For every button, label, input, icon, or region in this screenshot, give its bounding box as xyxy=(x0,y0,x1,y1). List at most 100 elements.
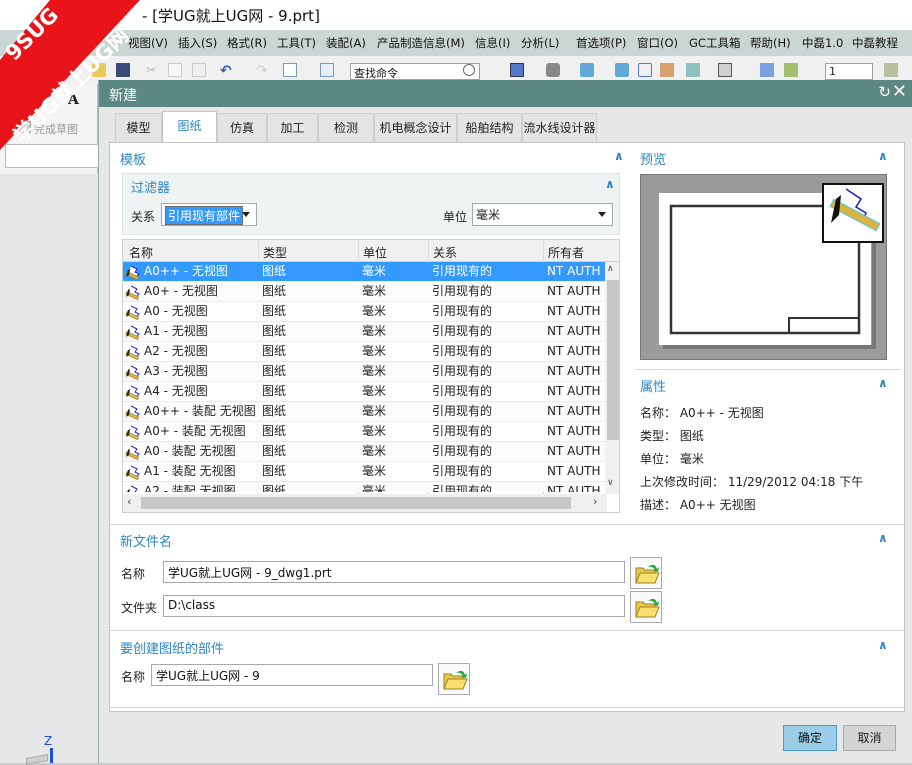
col-name[interactable]: 名称 xyxy=(129,244,153,261)
cell-unit: 毫米 xyxy=(358,302,428,321)
redo-icon[interactable]: ↷ xyxy=(256,63,270,77)
scroll-left-icon[interactable]: ‹ xyxy=(127,495,131,508)
cell-name: A1 - 无视图 xyxy=(123,322,258,341)
table-row[interactable]: A0+ - 无视图图纸毫米引用现有的NT AUTH xyxy=(123,282,607,302)
cell-type: 图纸 xyxy=(258,342,358,361)
cell-name: A0 - 装配 无视图 xyxy=(123,442,258,461)
drawing-sheet-preview xyxy=(641,175,888,361)
table-row[interactable]: A0++ - 无视图图纸毫米引用现有的NT AUTH xyxy=(123,262,607,282)
tab-drawing[interactable]: 图纸 xyxy=(162,111,217,142)
menu-format[interactable]: 格式(R) xyxy=(227,35,267,51)
menu-information[interactable]: 信息(I) xyxy=(475,35,510,51)
folder-input[interactable]: D:\class xyxy=(163,595,625,617)
filename-input[interactable]: 学UG就上UG网 - 9_dwg1.prt xyxy=(163,561,625,583)
undo-icon[interactable]: ↶ xyxy=(220,63,234,77)
col-relation[interactable]: 关系 xyxy=(433,244,457,261)
menu-insert[interactable]: 插入(S) xyxy=(178,35,217,51)
menu-help[interactable]: 帮助(H) xyxy=(750,35,791,51)
new-icon[interactable] xyxy=(283,63,297,77)
horizontal-scrollbar[interactable]: ‹ › xyxy=(123,494,607,512)
window-icon[interactable] xyxy=(320,63,334,77)
unit-select[interactable]: 毫米 xyxy=(472,203,613,226)
menu-analysis[interactable]: 分析(L) xyxy=(521,35,559,51)
wireframe-icon[interactable] xyxy=(638,63,652,77)
collapse-properties-icon[interactable]: ∧ xyxy=(878,376,888,390)
table-row[interactable]: A2 - 装配 无视图图纸毫米引用现有的NT AUTH xyxy=(123,482,607,492)
scroll-thumb[interactable] xyxy=(607,280,619,440)
prop-name: 名称： A0++ - 无视图 xyxy=(640,404,764,421)
table-row[interactable]: A0++ - 装配 无视图图纸毫米引用现有的NT AUTH xyxy=(123,402,607,422)
move-icon[interactable] xyxy=(760,63,774,77)
search-icon[interactable] xyxy=(463,64,475,76)
background-icon[interactable] xyxy=(718,63,732,77)
tab-mechatronics[interactable]: 机电概念设计 xyxy=(374,113,457,142)
browse-folder-button[interactable] xyxy=(630,591,662,623)
cell-name: A4 - 无视图 xyxy=(123,382,258,401)
work-layer-select[interactable]: 1 xyxy=(825,63,873,80)
collapse-template-icon[interactable]: ∧ xyxy=(614,149,624,163)
menu-gc-toolkit[interactable]: GC工具箱 xyxy=(689,35,740,51)
menu-assembly[interactable]: 装配(A) xyxy=(326,35,366,51)
col-unit[interactable]: 单位 xyxy=(363,244,387,261)
menu-preferences[interactable]: 首选项(P) xyxy=(576,35,626,51)
table-row[interactable]: A4 - 无视图图纸毫米引用现有的NT AUTH xyxy=(123,382,607,402)
cut-icon[interactable]: ✂ xyxy=(146,63,160,77)
menu-zhonglei[interactable]: 中磊1.0 xyxy=(802,35,843,51)
tab-model[interactable]: 模型 xyxy=(115,113,162,142)
cancel-button[interactable]: 取消 xyxy=(843,725,896,751)
scroll-thumb[interactable] xyxy=(141,497,571,509)
table-row[interactable]: A1 - 装配 无视图图纸毫米引用现有的NT AUTH xyxy=(123,462,607,482)
browse-part-button[interactable] xyxy=(438,663,470,695)
table-row[interactable]: A0 - 无视图图纸毫米引用现有的NT AUTH xyxy=(123,302,607,322)
table-row[interactable]: A3 - 无视图图纸毫米引用现有的NT AUTH xyxy=(123,362,607,382)
collapse-filename-icon[interactable]: ∧ xyxy=(878,531,888,545)
table-header: 名称 类型 单位 关系 所有者 xyxy=(123,240,620,262)
table-row[interactable]: A2 - 无视图图纸毫米引用现有的NT AUTH xyxy=(123,342,607,362)
menu-tools[interactable]: 工具(T) xyxy=(277,35,316,51)
close-icon[interactable]: ✕ xyxy=(892,81,907,102)
relation-select[interactable]: 引用现有部件 xyxy=(161,203,257,226)
view-orient-icon[interactable] xyxy=(546,63,560,77)
paste-icon[interactable] xyxy=(192,63,206,77)
menu-pmi[interactable]: 产品制造信息(M) xyxy=(377,35,465,51)
ok-button[interactable]: 确定 xyxy=(783,725,837,751)
cell-name: A0 - 无视图 xyxy=(123,302,258,321)
table-row[interactable]: A0 - 装配 无视图图纸毫米引用现有的NT AUTH xyxy=(123,442,607,462)
clip-icon[interactable] xyxy=(686,63,700,77)
menu-zhonglei-tutorial[interactable]: 中磊教程 xyxy=(852,35,898,51)
find-command-input[interactable]: 查找命令 xyxy=(350,63,480,80)
tab-inspection[interactable]: 检测 xyxy=(318,113,374,142)
tab-ship-structure[interactable]: 船舶结构 xyxy=(457,113,522,142)
render-style-icon[interactable] xyxy=(510,63,524,77)
dialog-title-bar[interactable]: 新建 ↻ ✕ xyxy=(99,80,912,107)
table-row[interactable]: A0+ - 装配 无视图图纸毫米引用现有的NT AUTH xyxy=(123,422,607,442)
collapse-part-icon[interactable]: ∧ xyxy=(878,638,888,652)
section-icon[interactable] xyxy=(660,63,674,77)
tab-manufacturing[interactable]: 加工 xyxy=(267,113,318,142)
tab-simulation[interactable]: 仿真 xyxy=(217,113,267,142)
browse-filename-button[interactable] xyxy=(630,557,662,589)
scroll-right-icon[interactable]: › xyxy=(593,495,597,508)
table-row[interactable]: A1 - 无视图图纸毫米引用现有的NT AUTH xyxy=(123,322,607,342)
drawing-template-icon xyxy=(125,384,141,400)
template-table: 名称 类型 单位 关系 所有者 A0++ - 无视图图纸毫米引用现有的NT AU… xyxy=(122,239,620,513)
move-layer-icon[interactable] xyxy=(784,63,798,77)
scroll-up-icon[interactable]: ∧ xyxy=(607,264,614,274)
part-name-label: 名称 xyxy=(121,668,145,685)
vertical-scrollbar[interactable]: ∧ ∨ xyxy=(605,262,619,494)
menu-window[interactable]: 窗口(O) xyxy=(637,35,678,51)
collapse-preview-icon[interactable]: ∧ xyxy=(878,149,888,163)
copy-icon[interactable] xyxy=(168,63,182,77)
shaded-cube-icon[interactable] xyxy=(580,63,594,77)
cube-icon[interactable] xyxy=(615,63,629,77)
scroll-down-icon[interactable]: ∨ xyxy=(607,478,614,488)
col-owner[interactable]: 所有者 xyxy=(548,244,584,261)
graphics-window[interactable]: Z xyxy=(0,174,98,763)
part-name-input[interactable]: 学UG就上UG网 - 9 xyxy=(151,664,433,686)
reset-icon[interactable]: ↻ xyxy=(878,83,891,101)
layer-settings-icon[interactable] xyxy=(884,63,898,77)
cell-unit: 毫米 xyxy=(358,382,428,401)
collapse-filter-icon[interactable]: ∧ xyxy=(605,177,615,191)
col-type[interactable]: 类型 xyxy=(263,244,287,261)
tab-line-designer[interactable]: 流水线设计器 xyxy=(522,113,597,142)
